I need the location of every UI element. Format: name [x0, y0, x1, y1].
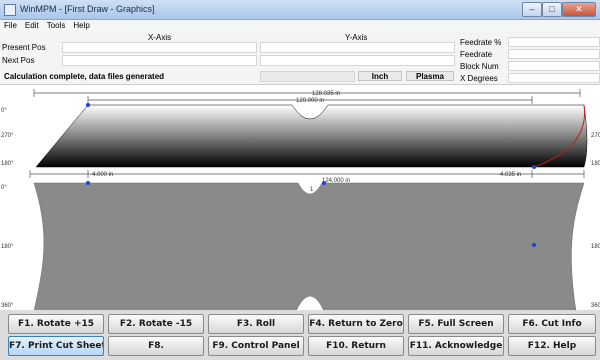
- status-progress-field: [260, 71, 355, 82]
- close-button[interactable]: ✕: [562, 2, 596, 17]
- cut-pattern-drawing: 128.035 in 120.000 in 0° 270° 180° 270 1…: [1, 89, 600, 311]
- lower-cut-shape: [33, 182, 585, 311]
- upper-axis-label-0: 0°: [1, 108, 7, 114]
- lower-axis-label-right-360: 360: [591, 303, 600, 309]
- upper-axis-label-270: 270°: [1, 133, 14, 139]
- next-pos-y-field: [260, 55, 455, 66]
- menu-tools[interactable]: Tools: [43, 20, 70, 32]
- menu-edit[interactable]: Edit: [21, 20, 43, 32]
- lower-axis-label-360: 360°: [1, 303, 14, 309]
- f10-return-button[interactable]: F10. Return: [308, 336, 404, 356]
- x-axis-label: X-Axis: [148, 33, 172, 42]
- upper-inner-dimension: 120.000 in: [296, 98, 324, 104]
- graphics-view[interactable]: 128.035 in 120.000 in 0° 270° 180° 270 1…: [0, 84, 600, 311]
- f9-control-panel-button[interactable]: F9. Control Panel: [208, 336, 304, 356]
- next-pos-x-field: [62, 55, 257, 66]
- feedrate-percent-label: Feedrate %: [460, 38, 502, 47]
- f7-print-cut-sheet-button[interactable]: F7. Print Cut Sheet: [8, 336, 104, 356]
- upper-overall-dimension: 128.035 in: [312, 91, 340, 97]
- window-controls: – □ ✕: [522, 2, 596, 18]
- right-offset-dimension: 4.035 in: [500, 172, 521, 178]
- lower-axis-label-right-180: 180: [591, 244, 600, 250]
- f5-full-screen-button[interactable]: F5. Full Screen: [408, 314, 504, 334]
- menu-help[interactable]: Help: [69, 20, 93, 32]
- minimize-button[interactable]: –: [522, 2, 542, 17]
- f8-button[interactable]: F8.: [108, 336, 204, 356]
- present-pos-label: Present Pos: [2, 43, 46, 52]
- feedrate-field: [508, 49, 600, 59]
- left-offset-dimension: 4.000 in: [92, 172, 113, 178]
- y-axis-label: Y-Axis: [345, 33, 368, 42]
- upper-axis-label-right-270: 270: [591, 133, 600, 139]
- f1-rotate-plus-button[interactable]: F1. Rotate +15: [8, 314, 104, 334]
- block-num-label: Block Num: [460, 62, 499, 71]
- x-degrees-label: X Degrees: [460, 74, 498, 83]
- mode-indicator: Plasma: [406, 71, 454, 81]
- lower-side-point: [532, 243, 536, 247]
- upper-axis-label-right-180: 180: [591, 161, 600, 167]
- lower-axis-label-0: 0°: [1, 185, 7, 191]
- app-icon: [4, 4, 16, 16]
- window-title: WinMPM - [First Draw - Graphics]: [20, 4, 155, 14]
- f6-cut-info-button[interactable]: F6. Cut Info: [508, 314, 596, 334]
- f11-acknowledge-button[interactable]: F11. Acknowledge: [408, 336, 504, 356]
- menu-file[interactable]: File: [0, 20, 21, 32]
- present-pos-y-field: [260, 42, 455, 53]
- status-message: Calculation complete, data files generat…: [4, 72, 165, 81]
- x-degrees-field: [508, 73, 600, 83]
- title-bar: WinMPM - [First Draw - Graphics] – □ ✕: [0, 0, 600, 20]
- lower-center-point: [322, 181, 326, 185]
- feedrate-percent-field: [508, 37, 600, 47]
- f12-help-button[interactable]: F12. Help: [508, 336, 596, 356]
- lower-start-point: [86, 181, 90, 185]
- upper-axis-label-180: 180°: [1, 161, 14, 167]
- lower-axis-label-180: 180°: [1, 244, 14, 250]
- block-num-field: [508, 61, 600, 71]
- f2-rotate-minus-button[interactable]: F2. Rotate -15: [108, 314, 204, 334]
- present-pos-x-field: [62, 42, 257, 53]
- f4-return-to-zero-button[interactable]: F4. Return to Zero: [308, 314, 404, 334]
- units-indicator: Inch: [358, 71, 402, 81]
- upper-start-point: [86, 103, 90, 107]
- maximize-button[interactable]: □: [542, 2, 562, 17]
- upper-end-point: [532, 165, 536, 169]
- feedrate-label: Feedrate: [460, 50, 493, 59]
- menu-bar: File Edit Tools Help: [0, 20, 600, 32]
- upper-cut-shape: [35, 104, 588, 168]
- position-info-panel: X-Axis Y-Axis Present Pos Next Pos Calcu…: [0, 32, 600, 84]
- function-key-bar: F1. Rotate +15 F2. Rotate -15 F3. Roll F…: [0, 310, 600, 360]
- next-pos-label: Next Pos: [2, 56, 35, 65]
- f3-roll-button[interactable]: F3. Roll: [208, 314, 304, 334]
- lower-center-label: 1: [310, 187, 314, 193]
